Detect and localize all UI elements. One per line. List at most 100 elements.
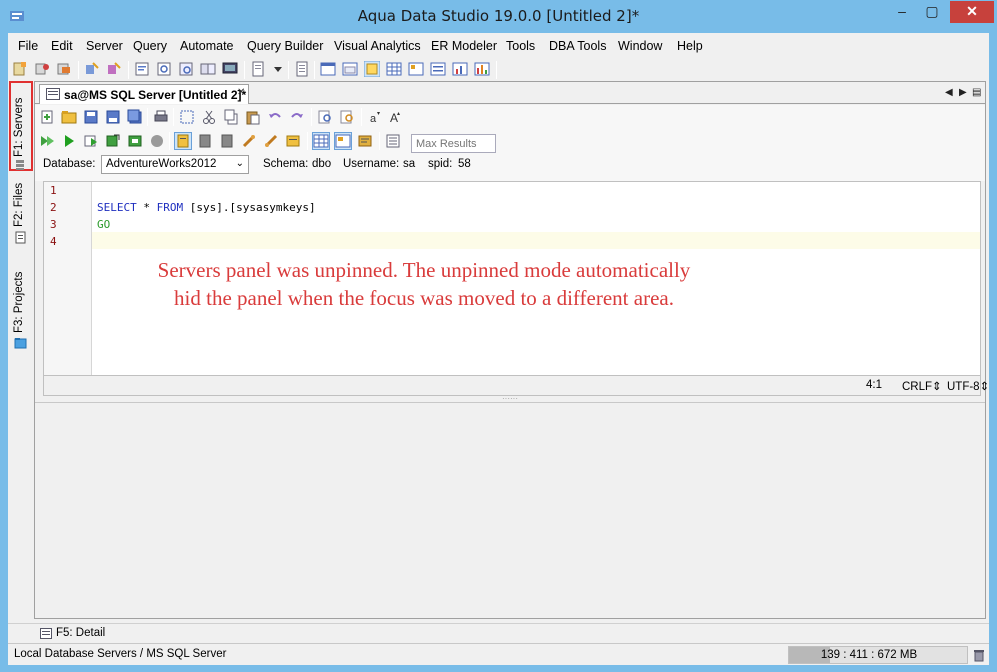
side-tab-servers[interactable]: F1: Servers [10, 87, 32, 170]
find-next-icon[interactable] [339, 109, 355, 125]
magic-icon[interactable] [106, 61, 122, 77]
grid-view-icon[interactable] [320, 61, 336, 77]
execute-edit-icon[interactable] [105, 133, 121, 149]
cut-icon[interactable] [201, 109, 217, 125]
limit-rows-icon[interactable] [385, 133, 401, 149]
save-icon[interactable] [83, 109, 99, 125]
auto-commit-icon[interactable] [174, 132, 192, 150]
database-select[interactable]: AdventureWorks2012 ⌄ [101, 155, 249, 174]
line-ending-selector[interactable]: CRLF⇕ [902, 379, 942, 393]
open-file-icon[interactable] [61, 109, 77, 125]
format-icon[interactable] [285, 133, 301, 149]
menu-help[interactable]: Help [677, 39, 703, 53]
unplug-icon[interactable] [263, 133, 279, 149]
new-query-icon[interactable] [39, 109, 55, 125]
spinner-icon: ⇕ [979, 381, 990, 393]
copy-icon[interactable] [223, 109, 239, 125]
title-bar[interactable]: Aqua Data Studio 19.0.0 [Untitled 2]* – … [0, 0, 997, 33]
line-ending-value: CRLF [902, 381, 933, 393]
line-number-gutter: 1 2 3 4 [44, 182, 92, 375]
new-server-icon[interactable] [12, 61, 28, 77]
menu-query[interactable]: Query [133, 39, 167, 53]
side-tab-projects-label: F3: Projects [13, 271, 25, 333]
side-tab-files[interactable]: F2: Files [10, 181, 32, 251]
previous-tab-icon[interactable]: ◀ [945, 87, 953, 98]
maximize-button[interactable]: ▢ [918, 1, 946, 23]
memory-usage-bar[interactable]: 139 : 411 : 672 MB [788, 646, 968, 664]
close-button[interactable]: ✕ [950, 1, 994, 23]
max-results-input[interactable] [411, 134, 496, 153]
window-title: Aqua Data Studio 19.0.0 [Untitled 2]* [357, 7, 640, 25]
find-icon[interactable] [156, 61, 172, 77]
next-tab-icon[interactable]: ▶ [959, 87, 967, 98]
text-view-icon[interactable] [364, 61, 380, 77]
close-tab-icon[interactable]: ✕ [237, 87, 245, 98]
garbage-collect-icon[interactable] [973, 648, 985, 662]
toolbar-separator [379, 132, 380, 150]
execute-to-grid-icon[interactable] [127, 133, 143, 149]
lowercase-icon[interactable]: a ▾ [367, 109, 383, 125]
menu-edit[interactable]: Edit [51, 39, 73, 53]
tab-list-icon[interactable]: ▤ [972, 87, 981, 98]
disconnect-icon[interactable] [56, 61, 72, 77]
execute-icon[interactable] [61, 133, 77, 149]
notes-icon[interactable] [294, 61, 310, 77]
menu-query-builder[interactable]: Query Builder [247, 39, 323, 53]
chart-view-icon[interactable] [452, 61, 468, 77]
toolbar-separator [128, 61, 129, 79]
execute-all-icon[interactable] [39, 133, 55, 149]
document-tab[interactable]: sa@MS SQL Server [Untitled 2]* ✕ [39, 84, 249, 104]
commit-icon[interactable] [197, 133, 213, 149]
menu-dba-tools[interactable]: DBA Tools [549, 39, 606, 53]
bar-chart-icon[interactable] [474, 61, 490, 77]
stop-icon[interactable] [149, 133, 165, 149]
encoding-selector[interactable]: UTF-8⇕ [947, 379, 989, 393]
wand-icon[interactable] [84, 61, 100, 77]
side-tab-projects[interactable]: F3: Projects [10, 261, 32, 351]
toolbar-separator [78, 61, 79, 79]
rollback-icon[interactable] [219, 133, 235, 149]
document-tabstrip: sa@MS SQL Server [Untitled 2]* ✕ ◀ ▶ ▤ [35, 82, 985, 104]
results-grid-icon[interactable] [312, 132, 330, 150]
menu-file[interactable]: File [18, 39, 38, 53]
print-icon[interactable] [153, 109, 169, 125]
menu-visual-analytics[interactable]: Visual Analytics [334, 39, 421, 53]
menu-tools[interactable]: Tools [506, 39, 535, 53]
dropdown-arrow-icon[interactable] [270, 61, 286, 77]
minimize-button[interactable]: – [888, 1, 916, 23]
save-all-icon[interactable] [127, 109, 143, 125]
table-view-icon[interactable] [386, 61, 402, 77]
results-split-icon[interactable] [334, 132, 352, 150]
line-number: 2 [50, 201, 57, 214]
uppercase-icon[interactable]: A▴ [387, 109, 403, 125]
monitor-icon[interactable] [222, 61, 238, 77]
menu-server[interactable]: Server [86, 39, 123, 53]
undo-icon[interactable] [267, 109, 283, 125]
redo-icon[interactable] [289, 109, 305, 125]
explain-plan-icon[interactable] [357, 133, 373, 149]
detail-panel-bar[interactable]: F5: Detail [8, 623, 989, 643]
connect-icon[interactable] [34, 61, 50, 77]
select-icon[interactable] [179, 109, 195, 125]
menu-window[interactable]: Window [618, 39, 662, 53]
form-view-icon[interactable] [342, 61, 358, 77]
compare-icon[interactable] [200, 61, 216, 77]
paste-icon[interactable] [245, 109, 261, 125]
spid-label: spid: [428, 158, 453, 170]
save-as-icon[interactable] [105, 109, 121, 125]
pivot-icon[interactable] [408, 61, 424, 77]
schema-search-icon[interactable] [178, 61, 194, 77]
find-replace-icon[interactable] [317, 109, 333, 125]
execute-statement-icon[interactable] [83, 133, 99, 149]
menu-er-modeler[interactable]: ER Modeler [431, 39, 497, 53]
plug-icon[interactable] [241, 133, 257, 149]
sql-code-editor[interactable]: 1 2 3 4 SELECT * FROM [sys].[sysasymkeys… [43, 181, 981, 376]
query-window-icon[interactable] [134, 61, 150, 77]
document-icon[interactable] [250, 61, 266, 77]
menu-automate[interactable]: Automate [180, 39, 234, 53]
window-client: File Edit Server Query Automate Query Bu… [8, 33, 989, 665]
code-line: SELECT * FROM [sys].[sysasymkeys] [97, 201, 316, 214]
columns-icon[interactable] [430, 61, 446, 77]
sql-token: * [136, 201, 157, 214]
schema-label: Schema: [263, 158, 309, 170]
